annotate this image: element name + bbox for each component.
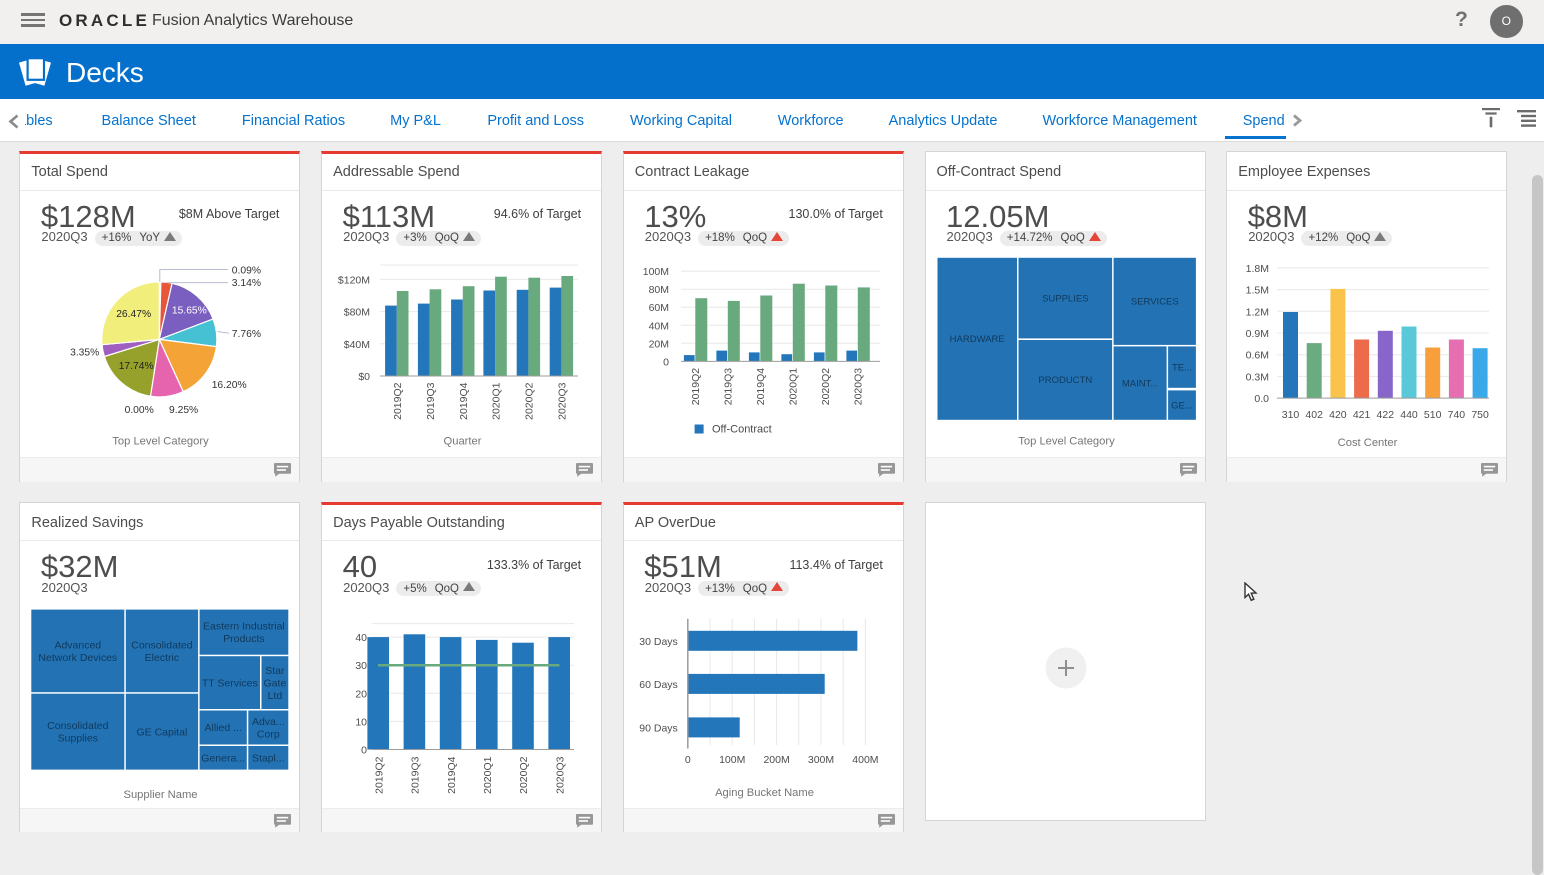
svg-text:Network Devices: Network Devices (39, 652, 118, 664)
svg-text:421: 421 (1353, 409, 1371, 421)
svg-text:2020Q3: 2020Q3 (554, 756, 566, 794)
svg-text:0.6M: 0.6M (1246, 350, 1269, 362)
svg-text:$0: $0 (358, 371, 370, 383)
svg-text:TT Services: TT Services (202, 677, 258, 689)
svg-text:17.74%: 17.74% (119, 361, 154, 372)
svg-text:9.25%: 9.25% (169, 405, 198, 416)
svg-text:2020Q1: 2020Q1 (482, 756, 494, 794)
svg-text:100M: 100M (719, 754, 745, 766)
svg-text:26.47%: 26.47% (117, 309, 152, 320)
svg-text:2020Q3: 2020Q3 (557, 383, 569, 421)
svg-text:80M: 80M (648, 285, 668, 297)
svg-text:2019Q3: 2019Q3 (425, 383, 437, 421)
svg-text:$80M: $80M (344, 307, 370, 319)
svg-text:7.76%: 7.76% (232, 329, 261, 340)
svg-text:Allied ...: Allied ... (205, 722, 242, 734)
svg-text:0.09%: 0.09% (232, 266, 261, 277)
svg-text:$40M: $40M (344, 339, 370, 351)
svg-text:Supplier Name: Supplier Name (124, 789, 198, 801)
svg-text:Corp: Corp (257, 728, 280, 740)
svg-text:Aging Bucket Name: Aging Bucket Name (715, 787, 814, 799)
svg-text:Products: Products (224, 633, 265, 645)
svg-text:Adva...: Adva... (252, 716, 285, 728)
svg-text:SERVICES: SERVICES (1130, 297, 1178, 308)
svg-text:HARDWARE: HARDWARE (949, 334, 1004, 345)
svg-text:422: 422 (1377, 409, 1395, 421)
svg-text:2019Q2: 2019Q2 (690, 368, 702, 406)
svg-text:2019Q4: 2019Q4 (446, 756, 458, 794)
svg-text:3.14%: 3.14% (232, 278, 261, 289)
svg-text:Stapl...: Stapl... (252, 752, 285, 764)
svg-text:2020Q2: 2020Q2 (518, 756, 530, 794)
svg-text:30: 30 (355, 660, 367, 672)
svg-text:100M: 100M (643, 266, 669, 278)
svg-text:402: 402 (1306, 409, 1324, 421)
svg-text:Star: Star (266, 665, 286, 677)
svg-text:Top Level Category: Top Level Category (113, 436, 210, 448)
svg-text:Supplies: Supplies (58, 732, 98, 744)
svg-text:20: 20 (355, 688, 367, 700)
svg-text:Electric: Electric (145, 652, 179, 664)
svg-text:Gate: Gate (264, 677, 287, 689)
svg-text:0.9M: 0.9M (1246, 328, 1269, 340)
svg-text:1.5M: 1.5M (1246, 285, 1269, 297)
svg-text:2020Q2: 2020Q2 (820, 368, 832, 406)
svg-text:20M: 20M (648, 339, 668, 351)
svg-text:60 Days: 60 Days (639, 679, 678, 691)
svg-text:Off-Contract: Off-Contract (712, 424, 772, 436)
svg-text:GE...: GE... (1171, 401, 1193, 412)
svg-text:10: 10 (355, 716, 367, 728)
svg-text:400M: 400M (852, 754, 878, 766)
svg-text:2020Q1: 2020Q1 (490, 383, 502, 421)
svg-text:$120M: $120M (338, 275, 370, 287)
svg-text:2020Q3: 2020Q3 (852, 368, 864, 406)
svg-text:0.0: 0.0 (1255, 393, 1270, 405)
svg-text:1.2M: 1.2M (1246, 307, 1269, 319)
svg-text:60M: 60M (648, 303, 668, 315)
svg-text:3.35%: 3.35% (70, 348, 99, 359)
svg-text:440: 440 (1400, 409, 1418, 421)
svg-text:MAINT...: MAINT... (1121, 379, 1157, 390)
svg-text:2020Q2: 2020Q2 (524, 383, 536, 421)
svg-text:SUPPLIES: SUPPLIES (1042, 294, 1088, 305)
svg-text:Genera...: Genera... (202, 752, 246, 764)
svg-text:Ltd: Ltd (268, 690, 283, 702)
svg-text:2019Q2: 2019Q2 (373, 756, 385, 794)
svg-text:0: 0 (663, 357, 669, 369)
svg-text:300M: 300M (808, 754, 834, 766)
svg-text:30 Days: 30 Days (639, 636, 678, 648)
svg-text:Top Level Category: Top Level Category (1018, 436, 1115, 448)
svg-text:0: 0 (361, 744, 367, 756)
svg-text:40: 40 (355, 632, 367, 644)
svg-text:0.00%: 0.00% (125, 405, 154, 416)
svg-text:Consolidated: Consolidated (132, 639, 193, 651)
svg-text:Advanced: Advanced (55, 639, 102, 651)
svg-text:GE Capital: GE Capital (137, 726, 188, 738)
svg-text:Eastern Industrial: Eastern Industrial (203, 620, 285, 632)
svg-text:2019Q4: 2019Q4 (458, 383, 470, 421)
svg-text:740: 740 (1448, 409, 1466, 421)
svg-text:510: 510 (1424, 409, 1442, 421)
svg-text:2019Q4: 2019Q4 (755, 368, 767, 406)
svg-text:2019Q3: 2019Q3 (410, 756, 422, 794)
svg-text:0: 0 (685, 754, 691, 766)
svg-text:15.65%: 15.65% (172, 306, 207, 317)
svg-text:750: 750 (1472, 409, 1490, 421)
svg-text:1.8M: 1.8M (1246, 263, 1269, 275)
svg-text:40M: 40M (648, 321, 668, 333)
svg-text:90 Days: 90 Days (639, 722, 678, 734)
svg-text:200M: 200M (763, 754, 789, 766)
svg-text:Consolidated: Consolidated (48, 720, 109, 732)
svg-text:TE...: TE... (1171, 363, 1191, 374)
svg-text:2019Q2: 2019Q2 (392, 383, 404, 421)
svg-text:2020Q1: 2020Q1 (787, 368, 799, 406)
svg-text:16.20%: 16.20% (212, 380, 247, 391)
svg-text:Cost Center: Cost Center (1338, 437, 1398, 449)
svg-text:310: 310 (1282, 409, 1300, 421)
svg-text:Quarter: Quarter (444, 436, 482, 448)
svg-text:2019Q3: 2019Q3 (722, 368, 734, 406)
svg-text:0.3M: 0.3M (1246, 372, 1269, 384)
svg-text:PRODUCTN: PRODUCTN (1038, 376, 1092, 387)
svg-text:420: 420 (1329, 409, 1347, 421)
